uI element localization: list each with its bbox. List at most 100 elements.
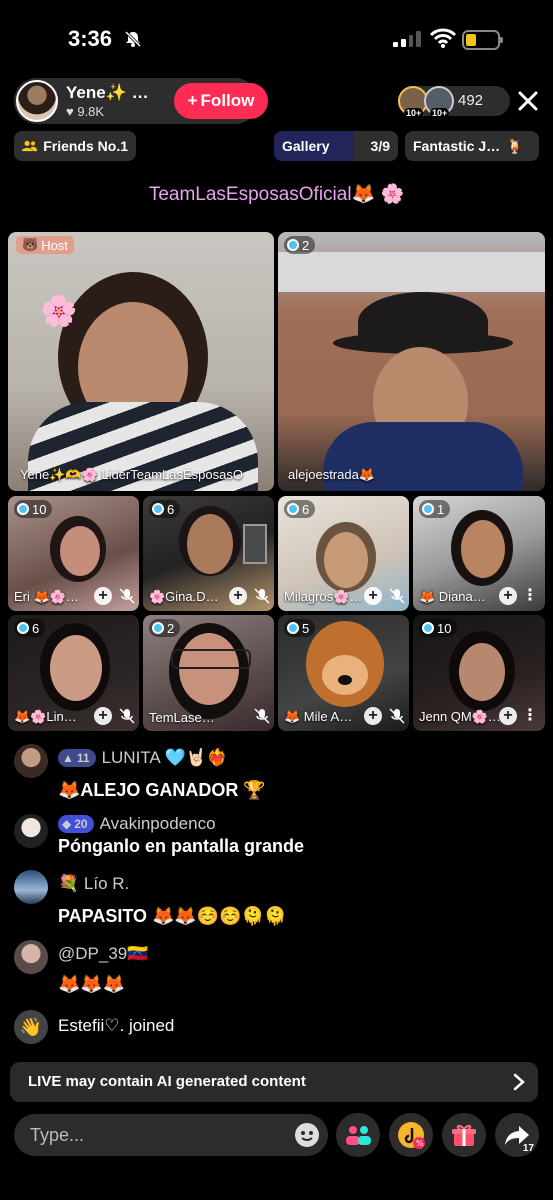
chat-user[interactable]: ◆ 20 Avakinpodenco	[58, 814, 216, 834]
viewer-badge: 1	[419, 500, 451, 518]
cellular-signal-icon	[393, 31, 421, 47]
mic-off-icon[interactable]	[388, 707, 406, 725]
flower-icon: 🌸	[40, 295, 78, 328]
gallery-chip[interactable]: Gallery 3/9	[274, 131, 398, 161]
comment-box[interactable]	[14, 1114, 328, 1156]
follow-button[interactable]: + Follow	[174, 83, 268, 119]
plus-icon: +	[187, 91, 198, 110]
tile-name: Yene✨🫶🌸 LiderTeamLasEsposasO	[20, 467, 243, 482]
chat-text: 🦊ALEJO GANADOR 🏆	[58, 780, 266, 800]
join-text: Estefii♡. joined	[58, 1016, 175, 1035]
mic-off-icon[interactable]	[253, 587, 271, 605]
top-viewers[interactable]: 10+ 10+	[398, 86, 458, 118]
chat-user[interactable]: ▲ 11 LUNITA 🩵🤘🏻❤️‍🔥	[58, 748, 228, 768]
add-guest-button[interactable]: +	[499, 707, 517, 725]
chat-user[interactable]: @DP_39🇻🇪	[58, 944, 148, 964]
wave-icon: 👋	[14, 1010, 48, 1044]
chat-text: 🦊🦊🦊	[58, 974, 126, 994]
bell-muted-icon	[124, 30, 142, 48]
tile-name: 🦊 Mile A…	[284, 709, 353, 724]
chat-user[interactable]: 💐 Lío R.	[58, 874, 129, 894]
more-options-icon[interactable]: ⋮	[521, 587, 539, 605]
tile-name: Jenn QM🌸…	[419, 709, 501, 724]
viewer-badge: 2	[149, 619, 181, 637]
guest-video-tile[interactable]: 2 alejoestrada🦊	[278, 232, 545, 491]
multi-guest-icon	[346, 1126, 371, 1145]
tile-name: TemLase…	[149, 710, 215, 725]
host-avatar[interactable]	[16, 80, 58, 122]
chat-avatar[interactable]	[14, 814, 48, 848]
guest-video-tile[interactable]: 5 🦊 Mile A… +	[278, 615, 409, 731]
viewer-avatar[interactable]: 10+	[424, 86, 454, 118]
friends-chip[interactable]: Friends No.1	[14, 131, 136, 161]
comment-input[interactable]	[30, 1122, 270, 1148]
chat-text: PAPASITO 🦊🦊☺️☺️🫠🫠	[58, 906, 287, 926]
battery-icon	[462, 30, 503, 50]
status-time: 3:36	[68, 26, 113, 51]
tile-name: 🌸Gina.D…	[149, 589, 219, 604]
guest-video-tile[interactable]: 2 TemLase…	[143, 615, 274, 731]
tile-name: alejoestrada🦊	[288, 467, 376, 482]
add-guest-button[interactable]: +	[229, 587, 247, 605]
host-info[interactable]: Yene✨ … ♥ 9.8K + Follow	[14, 78, 268, 124]
heart-icon: ♥	[66, 104, 74, 119]
chat-avatar[interactable]	[14, 744, 48, 778]
ai-notice-bar[interactable]: LIVE may contain AI generated content	[10, 1062, 538, 1102]
viewer-badge: 6	[284, 500, 316, 518]
host-badge: 🐻 Host	[16, 236, 74, 254]
level-badge: ◆ 20	[58, 815, 94, 833]
host-name: Yene✨ …	[66, 83, 149, 102]
add-guest-button[interactable]: +	[94, 587, 112, 605]
guest-video-tile[interactable]: 6 🦊🌸Lin… +	[8, 615, 139, 731]
host-bear-icon: 🐻	[22, 237, 39, 252]
viewer-badge: 5	[284, 619, 316, 637]
viewer-badge: 6	[149, 500, 181, 518]
add-guest-button[interactable]: +	[499, 587, 517, 605]
mic-off-icon[interactable]	[388, 587, 406, 605]
gift-icon	[452, 1124, 476, 1146]
ai-notice-text: LIVE may contain AI generated content	[28, 1073, 306, 1090]
drink-icon: 🍹	[506, 137, 524, 154]
chat-text: Pónganlo en pantalla grande	[58, 836, 305, 856]
viewer-count[interactable]: 492	[458, 92, 483, 109]
add-guest-button[interactable]: +	[94, 707, 112, 725]
people-icon	[22, 140, 38, 152]
gift-button[interactable]	[442, 1113, 486, 1157]
tile-name: Milagros🌸…	[284, 589, 363, 604]
guest-video-tile[interactable]: 6 Milagros🌸… +	[278, 496, 409, 611]
share-count: 17	[522, 1143, 534, 1154]
mic-off-icon[interactable]	[118, 587, 136, 605]
viewer-badge: 10	[419, 619, 458, 637]
tile-name: 🦊🌸Lin…	[14, 709, 77, 724]
more-options-icon[interactable]: ⋮	[521, 707, 539, 725]
chat-avatar[interactable]	[14, 940, 48, 974]
viewer-badge: 2	[284, 236, 316, 254]
multi-guest-button[interactable]	[336, 1113, 380, 1157]
emoji-icon[interactable]	[294, 1122, 320, 1148]
wifi-icon	[430, 28, 456, 48]
tile-name: 🦊 Diana…	[419, 589, 486, 604]
guest-video-tile[interactable]: 1 🦊 Diana… + ⋮	[413, 496, 545, 611]
mic-off-icon[interactable]	[118, 707, 136, 725]
share-button[interactable]: 17	[495, 1113, 539, 1157]
level-badge: ▲ 11	[58, 749, 96, 767]
status-bar: 3:36	[0, 0, 553, 80]
host-video-tile[interactable]: 🌸 🐻 Host Yene✨🫶🌸 LiderTeamLasEsposasO	[8, 232, 274, 491]
svg-text:%: %	[416, 1139, 424, 1148]
chat-avatar[interactable]	[14, 870, 48, 904]
guest-video-tile[interactable]: 10 Jenn QM🌸… + ⋮	[413, 615, 545, 731]
tiktok-coin-button[interactable]: %	[389, 1113, 433, 1157]
fantastic-chip[interactable]: Fantastic J… 🍹	[405, 131, 539, 161]
guest-video-tile[interactable]: 10 Eri 🦊🌸… +	[8, 496, 139, 611]
viewer-badge: 10	[14, 500, 53, 518]
team-banner: TeamLasEsposasOficial🦊 🌸	[148, 184, 405, 205]
viewer-badge: 6	[14, 619, 46, 637]
guest-video-tile[interactable]: 6 🌸Gina.D… +	[143, 496, 274, 611]
host-likes: ♥ 9.8K	[66, 104, 105, 119]
add-guest-button[interactable]: +	[364, 587, 382, 605]
add-guest-button[interactable]: +	[364, 707, 382, 725]
chevron-right-icon	[513, 1073, 525, 1091]
mic-off-icon[interactable]	[253, 707, 271, 725]
tiktok-coin-icon: %	[398, 1122, 425, 1149]
close-icon[interactable]	[513, 86, 543, 116]
